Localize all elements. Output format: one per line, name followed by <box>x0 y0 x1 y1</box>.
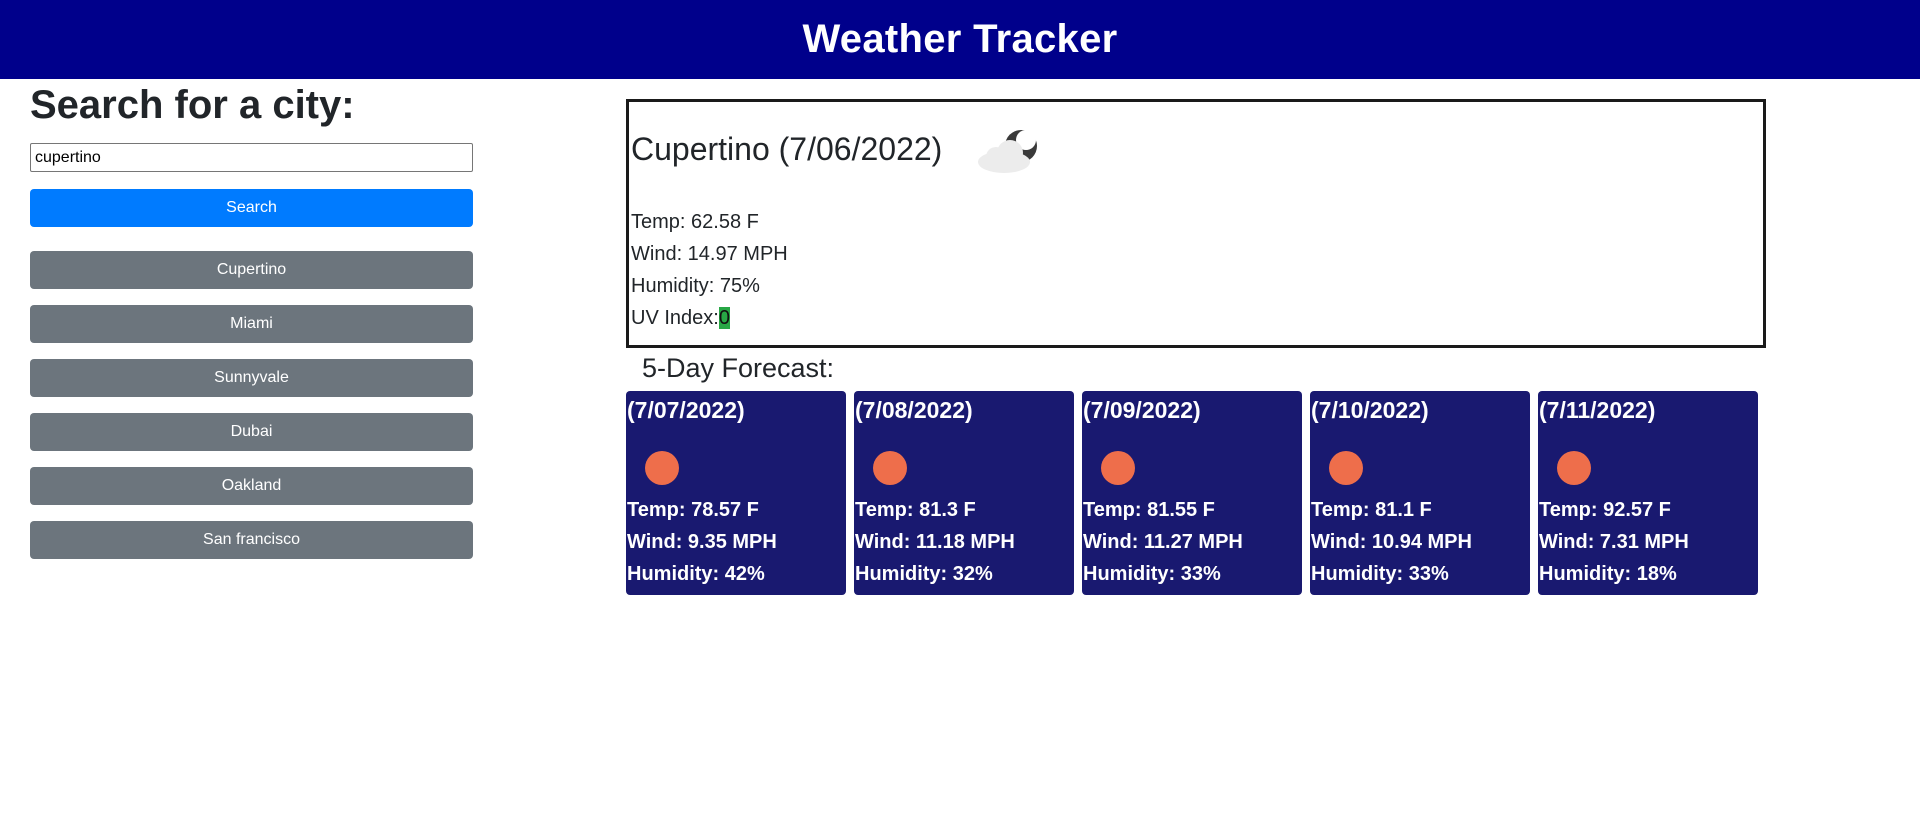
sun-icon <box>873 451 907 485</box>
forecast-temp: Temp: 78.57 F <box>627 499 759 521</box>
forecast-date: (7/11/2022) <box>1539 397 1656 423</box>
current-uv: UV Index:0 <box>631 304 730 332</box>
partly-cloudy-night-icon <box>978 130 1037 173</box>
forecast-temp: Temp: 81.3 F <box>855 499 976 521</box>
current-city-date: Cupertino (7/06/2022) <box>631 131 943 167</box>
forecast-date: (7/10/2022) <box>1311 397 1429 423</box>
forecast-wind: Wind: 7.31 MPH <box>1539 531 1689 553</box>
forecast-wind: Wind: 9.35 MPH <box>627 531 777 553</box>
sun-icon <box>1557 451 1591 485</box>
uv-badge: 0 <box>718 307 730 329</box>
sun-icon <box>645 451 679 485</box>
forecast-humidity: Humidity: 32% <box>855 563 993 585</box>
current-wind: Wind: 14.97 MPH <box>631 243 788 265</box>
search-heading: Search for a city: <box>30 83 355 127</box>
history-button-miami[interactable]: Miami <box>30 305 473 343</box>
forecast-card: (7/10/2022) Temp: 81.1 F Wind: 10.94 MPH… <box>1310 391 1530 595</box>
history-button-sunnyvale[interactable]: Sunnyvale <box>30 359 473 397</box>
forecast-humidity: Humidity: 18% <box>1539 563 1677 585</box>
sun-icon <box>1329 451 1363 485</box>
forecast-wind: Wind: 11.27 MPH <box>1083 531 1243 553</box>
forecast-heading: 5-Day Forecast: <box>642 353 835 383</box>
uv-label: UV Index: <box>631 307 719 329</box>
forecast-date: (7/09/2022) <box>1083 397 1201 423</box>
forecast-wind: Wind: 10.94 MPH <box>1311 531 1472 553</box>
city-search-input[interactable] <box>30 143 473 172</box>
forecast-card: (7/08/2022) Temp: 81.3 F Wind: 11.18 MPH… <box>854 391 1074 595</box>
current-temp: Temp: 62.58 F <box>631 211 759 233</box>
forecast-temp: Temp: 81.55 F <box>1083 499 1215 521</box>
history-button-san-francisco[interactable]: San francisco <box>30 521 473 559</box>
search-button[interactable]: Search <box>30 189 473 227</box>
history-button-dubai[interactable]: Dubai <box>30 413 473 451</box>
current-weather-panel: Cupertino (7/06/2022) Temp: 62.58 F Wind… <box>626 99 1766 348</box>
forecast-card: (7/11/2022) Temp: 92.57 F Wind: 7.31 MPH… <box>1538 391 1758 595</box>
forecast-date: (7/08/2022) <box>855 397 973 423</box>
forecast-temp: Temp: 92.57 F <box>1539 499 1671 521</box>
app-title: Weather Tracker <box>802 17 1118 61</box>
current-humidity: Humidity: 75% <box>631 275 760 297</box>
app-header: Weather Tracker <box>0 0 1920 79</box>
forecast-humidity: Humidity: 33% <box>1083 563 1221 585</box>
forecast-wind: Wind: 11.18 MPH <box>855 531 1015 553</box>
forecast-card: (7/09/2022) Temp: 81.55 F Wind: 11.27 MP… <box>1082 391 1302 595</box>
history-button-cupertino[interactable]: Cupertino <box>30 251 473 289</box>
forecast-humidity: Humidity: 33% <box>1311 563 1449 585</box>
forecast-temp: Temp: 81.1 F <box>1311 499 1432 521</box>
history-button-oakland[interactable]: Oakland <box>30 467 473 505</box>
forecast-humidity: Humidity: 42% <box>627 563 765 585</box>
forecast-date: (7/07/2022) <box>627 397 745 423</box>
sun-icon <box>1101 451 1135 485</box>
forecast-card: (7/07/2022) Temp: 78.57 F Wind: 9.35 MPH… <box>626 391 846 595</box>
